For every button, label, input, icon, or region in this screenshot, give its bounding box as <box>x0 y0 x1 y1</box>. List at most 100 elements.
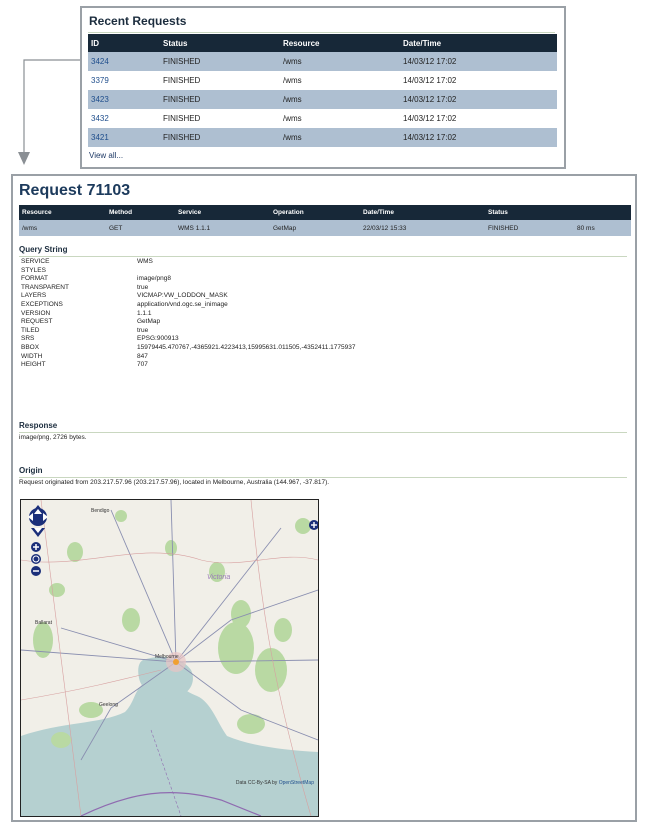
map-label-ballarat: Ballarat <box>35 620 52 626</box>
datetime-cell: 22/03/12 15:33 <box>360 220 485 236</box>
status-cell: FINISHED <box>163 76 201 85</box>
column-header-resource: Resource <box>19 205 106 220</box>
status-cell: FINISHED <box>160 90 280 109</box>
param-key: REQUEST <box>21 318 53 326</box>
list-item: EXCEPTIONS application/vnd.ogc.se_inimage <box>21 301 355 310</box>
param-value: true <box>137 326 149 334</box>
table-row[interactable]: 3423 FINISHED /wms 14/03/12 17:02 <box>88 90 557 109</box>
map-label-victoria: Victoria <box>207 574 231 581</box>
param-key: EXCEPTIONS <box>21 300 63 308</box>
param-value: EPSG:900913 <box>137 335 179 343</box>
param-key: VERSION <box>21 309 51 317</box>
recent-requests-panel: Recent Requests ID Status Resource Date/… <box>80 6 566 169</box>
request-id-link[interactable]: 3432 <box>88 109 160 128</box>
param-key: LAYERS <box>21 292 47 300</box>
param-value: 847 <box>137 352 148 360</box>
param-value: true <box>137 283 149 291</box>
request-summary-table: Resource Method Service Operation Date/T… <box>19 205 631 236</box>
param-value: image/png8 <box>137 275 171 283</box>
param-key: STYLES <box>21 266 46 274</box>
list-item: LAYERS VICMAP:VW_LODDON_MASK <box>21 292 355 301</box>
status-cell: FINISHED <box>160 52 280 71</box>
query-string-list: SERVICE WMS STYLES FORMAT image/png8 TRANS… <box>21 258 355 370</box>
request-id-link[interactable]: 3424 <box>88 52 160 71</box>
list-item: TILED true <box>21 327 355 336</box>
origin-text: Request originated from 203.217.57.96 (2… <box>19 479 330 486</box>
origin-map[interactable]: Bendigo Victoria Ballarat Melbourne Geel… <box>20 499 319 817</box>
list-item: STYLES <box>21 267 355 276</box>
param-value: 15979445.470767,-4365921.4223413,1599563… <box>137 343 356 351</box>
request-title: Request 71103 <box>19 182 131 199</box>
table-header-row: ID Status Resource Date/Time <box>88 34 557 52</box>
column-header-duration <box>574 205 631 220</box>
column-header-resource[interactable]: Resource <box>280 34 400 52</box>
layer-switcher-icon[interactable] <box>309 520 319 530</box>
table-header-row: Resource Method Service Operation Date/T… <box>19 205 631 220</box>
param-key: SERVICE <box>21 258 50 265</box>
list-item: SRS EPSG:900913 <box>21 335 355 344</box>
status-cell: FINISHED <box>160 128 280 147</box>
resource-cell: /wms <box>283 76 302 85</box>
response-heading: Response <box>19 421 58 430</box>
param-value: 1.1.1 <box>137 309 152 317</box>
param-key: HEIGHT <box>21 361 46 369</box>
map-label-bendigo: Bendigo <box>91 508 110 514</box>
list-item: VERSION 1.1.1 <box>21 310 355 319</box>
list-item: WIDTH 847 <box>21 353 355 362</box>
divider <box>19 256 627 257</box>
param-value: 707 <box>137 361 148 369</box>
list-item: HEIGHT 707 <box>21 361 355 370</box>
column-header-id[interactable]: ID <box>88 34 160 52</box>
list-item: TRANSPARENT true <box>21 284 355 293</box>
param-key: WIDTH <box>21 352 43 360</box>
param-key: FORMAT <box>21 275 48 283</box>
recent-requests-table: ID Status Resource Date/Time 3424 FINISH… <box>88 34 557 147</box>
column-header-status: Status <box>485 205 574 220</box>
resource-cell: /wms <box>19 220 106 236</box>
duration-cell: 80 ms <box>574 220 631 236</box>
param-value: WMS <box>137 258 153 265</box>
status-cell: FINISHED <box>163 114 201 123</box>
table-row[interactable]: 3432 FINISHED /wms 14/03/12 17:02 <box>88 109 557 128</box>
map-label-melbourne: Melbourne <box>155 654 179 660</box>
recent-requests-title: Recent Requests <box>89 14 187 28</box>
status-cell: FINISHED <box>485 220 574 236</box>
request-id-link[interactable]: 3421 <box>88 128 160 147</box>
column-header-datetime: Date/Time <box>360 205 485 220</box>
request-id-link[interactable]: 3379 <box>88 71 160 90</box>
table-row[interactable]: 3379 FINISHED /wms 14/03/12 17:02 <box>88 71 557 90</box>
request-detail-panel: Request 71103 Resource Method Service Op… <box>11 174 637 822</box>
resource-cell: /wms <box>280 128 400 147</box>
request-id-link[interactable]: 3423 <box>88 90 160 109</box>
param-key: BBOX <box>21 343 40 351</box>
column-header-datetime[interactable]: Date/Time <box>400 34 557 52</box>
param-key: TRANSPARENT <box>21 283 69 291</box>
column-header-status[interactable]: Status <box>160 34 280 52</box>
param-key: TILED <box>21 326 40 334</box>
table-row[interactable]: 3424 FINISHED /wms 14/03/12 17:02 <box>88 52 557 71</box>
query-string-heading: Query String <box>19 245 68 254</box>
list-item: BBOX 15979445.470767,-4365921.4223413,159… <box>21 344 355 353</box>
attribution-text: Data CC-By-SA by <box>235 780 279 786</box>
divider <box>88 32 555 33</box>
resource-cell: /wms <box>283 114 302 123</box>
map-attribution: Data CC-By-SA by OpenStreetMap <box>236 780 314 786</box>
datetime-cell: 14/03/12 17:02 <box>403 114 457 123</box>
table-row[interactable]: 3421 FINISHED /wms 14/03/12 17:02 <box>88 128 557 147</box>
pan-control-icon[interactable] <box>27 504 49 538</box>
zoom-control-icon[interactable] <box>30 542 42 576</box>
param-value: application/vnd.ogc.se_inimage <box>137 300 228 308</box>
column-header-service: Service <box>175 205 270 220</box>
datetime-cell: 14/03/12 17:02 <box>403 76 457 85</box>
list-item: REQUEST GetMap <box>21 318 355 327</box>
column-header-method: Method <box>106 205 175 220</box>
method-cell: GET <box>106 220 175 236</box>
list-item: SERVICE WMS <box>21 258 355 267</box>
divider <box>19 477 627 478</box>
map-label-geelong: Geelong <box>99 702 118 708</box>
view-all-link[interactable]: View all... <box>89 151 123 160</box>
column-header-operation: Operation <box>270 205 360 220</box>
datetime-cell: 14/03/12 17:02 <box>400 52 557 71</box>
list-item: FORMAT image/png8 <box>21 275 355 284</box>
openstreetmap-link[interactable]: OpenStreetMap <box>279 780 314 786</box>
